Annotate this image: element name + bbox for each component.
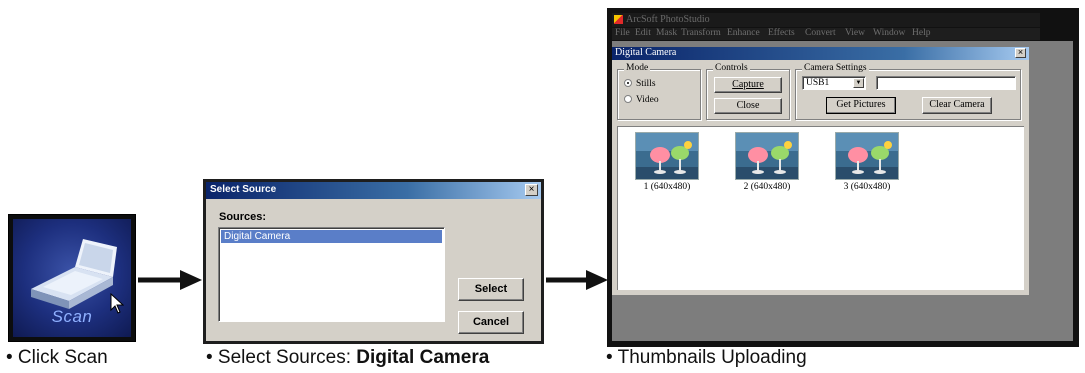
clear-camera-button[interactable]: Clear Camera [922,97,992,114]
titlebar-extension [1040,13,1074,41]
mode-stills-option[interactable]: Stills [624,78,656,89]
menu-file[interactable]: File [615,28,630,38]
menu-edit[interactable]: Edit [635,28,651,38]
scan-app-tile[interactable]: Scan [8,214,136,342]
get-pictures-button[interactable]: Get Pictures [826,97,896,114]
sources-label: Sources: [219,211,267,223]
caption-step3: • Thumbnails Uploading [606,347,807,368]
photostudio-title: ArcSoft PhotoStudio [626,14,710,25]
menu-window[interactable]: Window [873,28,905,38]
thumbnails-panel: 1 (640x480) 2 (640x480) 3 (640x480) [617,126,1024,290]
photostudio-app-icon [614,15,623,24]
cocktails-photo [836,133,898,179]
close-icon[interactable]: × [525,184,538,196]
radio-icon[interactable] [624,78,632,87]
menu-help[interactable]: Help [912,28,930,38]
camera-name-field[interactable] [876,76,1016,90]
thumbnail-image[interactable] [735,132,799,180]
cancel-button[interactable]: Cancel [458,311,524,334]
sources-list[interactable]: Digital Camera [218,227,445,322]
digital-camera-titlebar[interactable]: Digital Camera × [612,47,1029,60]
scan-label: Scan [51,307,93,326]
dropdown-arrow-icon[interactable]: ▼ [853,78,864,88]
caption-step2-bold: Digital Camera [356,347,490,368]
thumbnail-caption: 3 (640x480) [843,182,891,192]
thumbnail-image[interactable] [835,132,899,180]
menu-effects[interactable]: Effects [768,28,795,38]
cocktails-photo [636,133,698,179]
controls-group-label: Controls [713,63,750,73]
source-item-digital-camera[interactable]: Digital Camera [221,230,442,243]
mode-group: Mode Stills Video [617,63,701,120]
menu-transform[interactable]: Transform [681,28,721,38]
select-source-title: Select Source [210,184,277,195]
thumbnail-caption: 2 (640x480) [743,182,791,192]
port-select[interactable]: USB1 ▼ [802,76,866,90]
mode-stills-label: Stills [636,79,656,89]
photostudio-titlebar[interactable]: ArcSoft PhotoStudio [612,13,1040,27]
caption-step2: • Select Sources: Digital Camera [206,347,489,369]
caption-step1: • Click Scan [6,347,108,368]
menu-mask[interactable]: Mask [656,28,677,38]
digital-camera-title: Digital Camera [615,47,677,58]
camera-settings-group: Camera Settings USB1 ▼ Get Pictures Clea… [795,63,1021,120]
camera-settings-label: Camera Settings [802,63,869,73]
select-source-frame: Select Source × Sources: Digital Camera … [203,179,544,344]
caption-step2-prefix: • Select Sources: [206,347,357,368]
menu-enhance[interactable]: Enhance [727,28,760,38]
menu-convert[interactable]: Convert [805,28,836,38]
controls-group: Controls Capture Close [706,63,790,120]
arrow-right-icon [546,270,608,290]
thumbnail-caption: 1 (640x480) [643,182,691,192]
cocktails-photo [736,133,798,179]
mode-video-label: Video [636,95,659,105]
select-source-titlebar[interactable]: Select Source × [206,182,541,199]
select-button[interactable]: Select [458,278,524,301]
menu-view[interactable]: View [845,28,865,38]
mode-group-label: Mode [624,63,651,73]
digital-camera-window: Digital Camera × Mode Stills Video Contr… [612,47,1029,295]
capture-button[interactable]: Capture [714,77,782,93]
close-icon[interactable]: × [1015,48,1026,58]
scan-tile-face: Scan [13,219,131,337]
arrow-right-icon [138,270,202,290]
close-button[interactable]: Close [714,98,782,114]
thumbnail-image[interactable] [635,132,699,180]
radio-icon[interactable] [624,94,632,103]
mode-video-option[interactable]: Video [624,94,659,105]
port-select-value: USB1 [806,78,830,88]
photostudio-window: ArcSoft PhotoStudio File Edit Mask Trans… [607,8,1079,347]
menu-bar: File Edit Mask Transform Enhance Effects… [612,28,1040,40]
select-source-dialog: Select Source × Sources: Digital Camera … [206,182,541,341]
